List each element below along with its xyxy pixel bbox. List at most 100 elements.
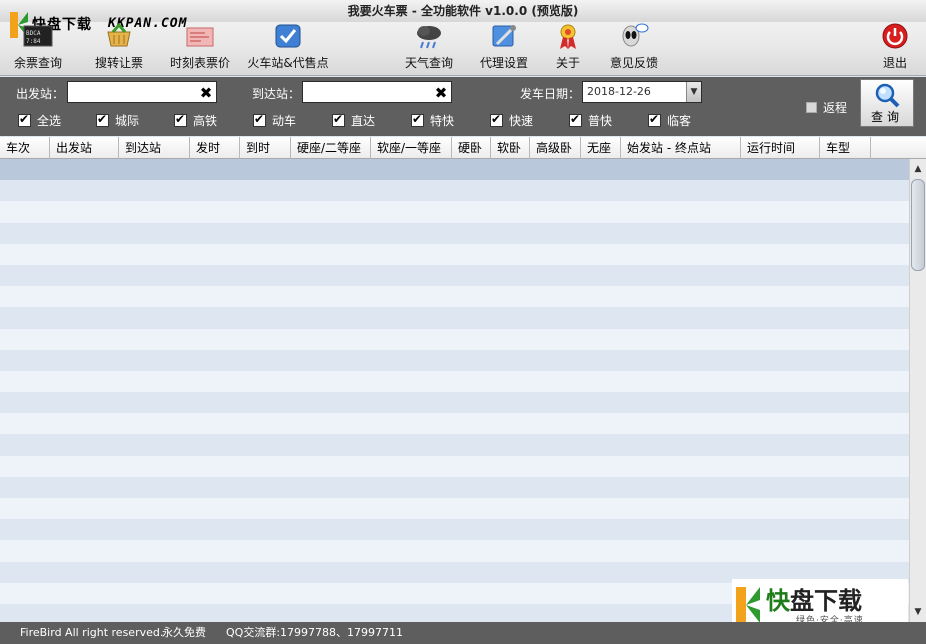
table-row[interactable] (0, 582, 909, 604)
col-train-type[interactable]: 车型 (820, 137, 871, 159)
table-row[interactable] (0, 540, 909, 562)
filter-direct-box[interactable]: ✔ (332, 112, 345, 127)
check-icon: ✔ (649, 112, 660, 126)
filter-high-speed-box[interactable]: ✔ (174, 112, 187, 127)
query-button[interactable]: 查询 (860, 79, 914, 127)
table-row[interactable] (0, 392, 909, 414)
table-row[interactable] (0, 222, 909, 244)
table-row[interactable] (0, 180, 909, 202)
results-table-header: 车次 出发站 到达站 发时 到时 硬座/二等座 软座/一等座 硬卧 软卧 高级卧… (0, 137, 926, 159)
col-no-seat[interactable]: 无座 (581, 137, 621, 159)
toolbar-about-button[interactable]: 关于 (550, 22, 586, 74)
filter-regular-fast-label: 普快 (588, 114, 613, 128)
checkmark-badge-icon (275, 24, 301, 48)
tools-icon (492, 25, 516, 47)
table-row[interactable] (0, 328, 909, 350)
col-train-number[interactable]: 车次 (0, 137, 50, 159)
ticket-icon (186, 27, 214, 47)
table-row[interactable] (0, 349, 909, 371)
scroll-down-icon[interactable]: ▼ (910, 604, 926, 620)
toolbar-timetable-button[interactable]: 时刻表票价 (164, 22, 236, 74)
clear-to-icon[interactable]: ✖ (433, 85, 449, 101)
status-bar: FireBird All right reserved. 永久免费 QQ交流群:… (0, 622, 926, 644)
filter-intercity-checkbox[interactable]: ✔ 城际 (96, 112, 139, 128)
clear-from-icon[interactable]: ✖ (198, 85, 214, 101)
toolbar-feedback-label: 意见反馈 (609, 56, 658, 70)
col-soft-seat[interactable]: 软座/一等座 (371, 137, 452, 159)
round-trip-box[interactable] (806, 102, 817, 113)
table-row[interactable] (0, 370, 909, 393)
filter-intercity-box[interactable]: ✔ (96, 112, 109, 127)
table-row[interactable] (0, 243, 909, 265)
round-trip-label: 返程 (823, 101, 848, 115)
filter-fast-checkbox[interactable]: ✔ 快速 (490, 112, 533, 128)
table-row[interactable] (0, 519, 909, 541)
status-copyright: FireBird All right reserved. (20, 626, 164, 639)
filter-temporary-label: 临客 (667, 114, 692, 128)
results-table-body[interactable] (0, 159, 909, 622)
table-row[interactable] (0, 498, 909, 520)
toolbar-transfer-tickets-button[interactable]: 搜转让票 (88, 22, 150, 74)
table-row[interactable] (0, 201, 909, 223)
col-duration[interactable]: 运行时间 (741, 137, 820, 159)
table-row[interactable] (0, 455, 909, 477)
svg-text:7:84: 7:84 (26, 38, 41, 45)
table-row[interactable] (0, 286, 909, 308)
col-soft-sleeper[interactable]: 软卧 (491, 137, 530, 159)
col-arrive-time[interactable]: 到时 (240, 137, 291, 159)
departure-date-picker[interactable]: 2018-12-26 ▼ (582, 81, 702, 103)
col-hard-sleeper[interactable]: 硬卧 (452, 137, 491, 159)
col-depart-time[interactable]: 发时 (190, 137, 240, 159)
filter-direct-label: 直达 (351, 114, 376, 128)
table-row[interactable] (0, 434, 909, 456)
toolbar-weather-label: 天气查询 (404, 56, 453, 70)
col-to-station[interactable]: 到达站 (119, 137, 190, 159)
table-row[interactable] (0, 603, 909, 622)
toolbar-timetable-label: 时刻表票价 (169, 56, 230, 70)
filter-emu-checkbox[interactable]: ✔ 动车 (253, 112, 296, 128)
toolbar-feedback-button[interactable]: 意见反馈 (606, 22, 662, 74)
col-deluxe-sleeper[interactable]: 高级卧 (530, 137, 581, 159)
table-row[interactable] (0, 159, 909, 181)
toolbar-weather-button[interactable]: 天气查询 (400, 22, 458, 74)
to-station-label: 到达站： (252, 87, 301, 101)
filter-direct-checkbox[interactable]: ✔ 直达 (332, 112, 375, 128)
from-station-label: 出发站： (16, 87, 65, 101)
check-icon: ✔ (491, 112, 502, 126)
chevron-down-icon[interactable]: ▼ (686, 82, 701, 102)
filter-express-box[interactable]: ✔ (411, 112, 424, 127)
filter-all-checkbox[interactable]: ✔ 全选 (18, 112, 61, 128)
award-ribbon-icon (560, 24, 576, 49)
query-button-label: 查询 (870, 110, 903, 124)
filter-express-checkbox[interactable]: ✔ 特快 (411, 112, 454, 128)
col-origin-terminus[interactable]: 始发站 - 终点站 (621, 137, 741, 159)
col-from-station[interactable]: 出发站 (50, 137, 119, 159)
toolbar-remaining-tickets-button[interactable]: BDCA 7:84 余票查询 (6, 22, 70, 74)
table-row[interactable] (0, 561, 909, 583)
search-panel: 出发站： ✖ 到达站： ✖ 发车日期： 2018-12-26 ▼ 返程 查询 ✔… (0, 77, 926, 136)
filter-temporary-box[interactable]: ✔ (648, 112, 661, 127)
scrollbar-thumb[interactable] (911, 179, 925, 271)
filter-emu-box[interactable]: ✔ (253, 112, 266, 127)
toolbar-proxy-label: 代理设置 (479, 56, 528, 70)
table-row[interactable] (0, 413, 909, 435)
filter-regular-fast-checkbox[interactable]: ✔ 普快 (569, 112, 612, 128)
round-trip-checkbox[interactable]: 返程 (806, 99, 847, 116)
toolbar-exit-button[interactable]: 退出 (876, 22, 914, 74)
vertical-scrollbar[interactable]: ▲ ▼ (909, 159, 926, 622)
filter-high-speed-checkbox[interactable]: ✔ 高铁 (174, 112, 217, 128)
filter-temporary-checkbox[interactable]: ✔ 临客 (648, 112, 691, 128)
table-row[interactable] (0, 476, 909, 498)
filter-all-box[interactable]: ✔ (18, 112, 31, 127)
toolbar-stations-button[interactable]: 火车站&代售点 (244, 22, 332, 74)
check-icon: ✔ (254, 112, 265, 126)
filter-fast-box[interactable]: ✔ (490, 112, 503, 127)
from-station-input[interactable] (67, 81, 217, 103)
scroll-up-icon[interactable]: ▲ (910, 161, 926, 177)
to-station-input[interactable] (302, 81, 452, 103)
toolbar-proxy-button[interactable]: 代理设置 (476, 22, 532, 74)
col-hard-seat[interactable]: 硬座/二等座 (291, 137, 371, 159)
filter-regular-fast-box[interactable]: ✔ (569, 112, 582, 127)
table-row[interactable] (0, 307, 909, 329)
table-row[interactable] (0, 264, 909, 287)
